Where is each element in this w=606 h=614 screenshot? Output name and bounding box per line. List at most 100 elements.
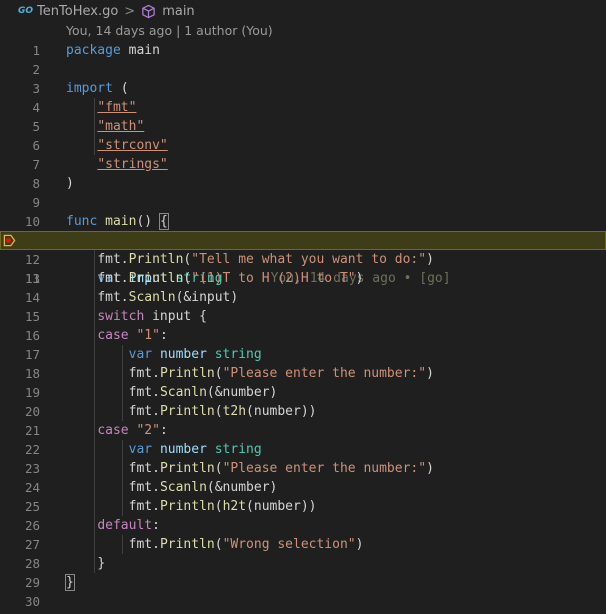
token-type: string [214, 347, 262, 362]
token-package: fmt. [128, 366, 160, 381]
token-colon: : [159, 423, 168, 438]
token-string: "Please enter the number:" [222, 366, 427, 381]
line-number: 3 [32, 81, 40, 96]
code-line[interactable]: 7 "strings" [0, 155, 606, 174]
code-line[interactable]: 24 fmt.Scanln(&number) [0, 478, 606, 497]
breakpoint-stopped-icon[interactable] [3, 234, 16, 247]
code-line[interactable]: 20 fmt.Println(t2h(number)) [0, 402, 606, 421]
token-args: (number)) [246, 499, 317, 514]
token-colon: : [159, 328, 168, 343]
bracket-match-open: { [158, 213, 169, 230]
code-line[interactable]: 10 func main() { [0, 212, 606, 231]
token-plain: input { [144, 309, 207, 324]
breadcrumb-separator: > [124, 3, 136, 19]
code-editor[interactable]: 1 package main 2 3 import ( 4 "fmt" 5 "mat… [0, 41, 606, 611]
cube-icon [142, 4, 155, 18]
code-line[interactable]: 17 var number string [0, 345, 606, 364]
code-line[interactable]: 13 fmt.Println("(1)T to H (2)H to T") [0, 269, 606, 288]
code-line[interactable]: 6 "strconv" [0, 136, 606, 155]
token-string: "Tell me what you want to do:" [191, 252, 427, 267]
token-function: Scanln [159, 385, 207, 400]
token-keyword: package [66, 43, 121, 58]
code-line[interactable]: 12 fmt.Println("Tell me what you want to… [0, 250, 606, 269]
token-package: fmt. [97, 252, 129, 267]
line-number: 21 [24, 423, 40, 438]
import-link[interactable]: "math" [97, 119, 144, 134]
import-link[interactable]: "strings" [97, 157, 167, 172]
code-line[interactable]: 16 case "1": [0, 326, 606, 345]
code-line[interactable]: 22 var number string [0, 440, 606, 459]
token-package-name: main [128, 43, 160, 58]
token-function: Println [159, 499, 215, 514]
code-line[interactable]: 29} [0, 573, 606, 592]
token-keyword: import [66, 81, 113, 96]
token-paren: ) [66, 176, 74, 191]
token-args: (&number) [206, 385, 278, 400]
token-function: Println [128, 252, 184, 267]
token-type: string [214, 442, 262, 457]
token-brace: } [97, 556, 106, 571]
line-number: 6 [32, 138, 40, 153]
code-line[interactable]: 15 switch input { [0, 307, 606, 326]
breadcrumb: GO TenToHex.go > main [0, 0, 606, 22]
token-string: "(1)T to H (2)H to T" [191, 271, 356, 286]
line-number: 18 [24, 366, 40, 381]
token-control: switch [97, 309, 145, 324]
code-line[interactable]: 26 default: [0, 516, 606, 535]
line-number: 15 [24, 309, 40, 324]
line-number: 28 [24, 556, 40, 571]
token-args: (&number) [206, 480, 278, 495]
line-number: 9 [32, 195, 40, 210]
token-string: "1" [136, 328, 160, 343]
token-keyword: func [66, 214, 98, 229]
code-line[interactable]: 5 "math" [0, 117, 606, 136]
codelens-author[interactable]: You, 14 days ago | 1 author (You) [66, 23, 273, 38]
token-string: "2" [136, 423, 160, 438]
breadcrumb-file[interactable]: TenToHex.go [37, 4, 118, 19]
code-line[interactable]: 3 import ( [0, 79, 606, 98]
token-package: fmt. [128, 499, 160, 514]
code-line[interactable]: 21 case "2": [0, 421, 606, 440]
token-string: "Wrong selection" [222, 537, 356, 552]
line-number: 8 [32, 176, 40, 191]
line-number: 23 [24, 461, 40, 476]
token-variable: number [159, 442, 207, 457]
token-keyword: var [128, 442, 153, 457]
code-line[interactable]: 9 [0, 193, 606, 212]
line-number: 22 [24, 442, 40, 457]
code-line[interactable]: 2 [0, 60, 606, 79]
line-number: 2 [32, 62, 40, 77]
code-line[interactable]: 30 [0, 592, 606, 611]
code-line[interactable]: 25 fmt.Println(h2t(number)) [0, 497, 606, 516]
code-line[interactable]: 14 fmt.Scanln(&input) [0, 288, 606, 307]
token-package: fmt. [128, 537, 160, 552]
bracket-match-close: } [65, 574, 75, 591]
token-variable: number [159, 347, 207, 362]
token-function: main [105, 214, 137, 229]
code-line[interactable]: 27 fmt.Println("Wrong selection") [0, 535, 606, 554]
line-number: 12 [24, 252, 40, 267]
line-number: 25 [24, 499, 40, 514]
code-line[interactable]: 18 fmt.Println("Please enter the number:… [0, 364, 606, 383]
import-link[interactable]: "strconv" [97, 138, 167, 153]
line-number: 19 [24, 385, 40, 400]
code-line[interactable]: 1 package main [0, 41, 606, 60]
token-package: fmt. [97, 290, 129, 305]
token-args: (number)) [246, 404, 317, 419]
code-line[interactable]: 23 fmt.Println("Please enter the number:… [0, 459, 606, 478]
line-number: 4 [32, 100, 40, 115]
code-line[interactable]: 28 } [0, 554, 606, 573]
token-function: h2t [222, 499, 247, 514]
token-function: Println [159, 537, 215, 552]
code-line-current[interactable]: 11 var input string You, 14 days ago • [g… [0, 231, 606, 286]
line-number: 10 [24, 214, 40, 229]
breadcrumb-symbol[interactable]: main [162, 4, 194, 19]
token-control: default [97, 518, 153, 533]
code-line[interactable]: 4 "fmt" [0, 98, 606, 117]
line-number: 13 [24, 271, 40, 286]
code-line[interactable]: 19 fmt.Scanln(&number) [0, 383, 606, 402]
token-signature: () [136, 214, 160, 229]
code-line[interactable]: 8) [0, 174, 606, 193]
import-link[interactable]: "fmt" [97, 100, 136, 115]
token-string: "Please enter the number:" [222, 461, 427, 476]
